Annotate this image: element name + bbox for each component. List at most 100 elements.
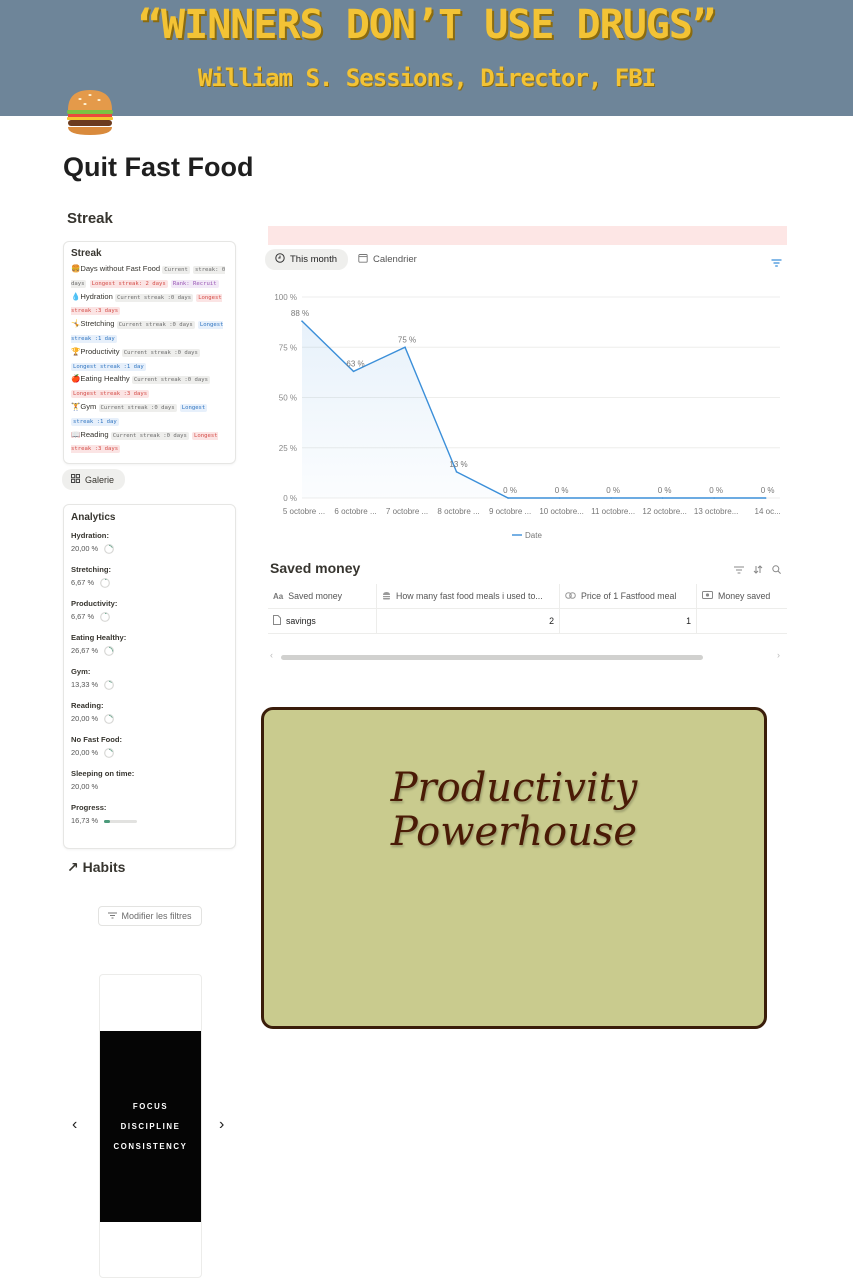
data-label: 75 % [398, 335, 416, 344]
cell-price[interactable]: 1 [560, 608, 697, 634]
analytics-value: 20,00 % [71, 544, 99, 553]
grid-icon [71, 474, 81, 485]
data-label: 0 % [658, 486, 672, 495]
edit-filters-button[interactable]: Modifier les filtres [98, 906, 202, 926]
x-tick-label: 6 octobre ... [334, 507, 376, 516]
data-point [455, 471, 458, 473]
cell-text: savings [286, 616, 316, 626]
page-icon [273, 615, 281, 627]
y-tick-label: 100 % [274, 293, 297, 302]
streak-section-title: Streak [67, 210, 113, 227]
analytics-label: Productivity: [71, 599, 118, 608]
analytics-value: 6,67 % [71, 578, 95, 587]
data-label: 0 % [761, 486, 775, 495]
banner-quote: “WINNERS DON’T USE DRUGS” [137, 2, 716, 48]
data-point [661, 497, 664, 499]
column-label: Price of 1 Fastfood meal [581, 591, 677, 601]
horizontal-scrollbar[interactable] [281, 655, 703, 660]
analytics-label: Reading: [71, 701, 104, 710]
scroll-left-icon[interactable]: ‹ [270, 650, 273, 660]
streak-tag: Longest streak: 2 days [89, 279, 168, 288]
cover-banner: “WINNERS DON’T USE DRUGS” William S. Ses… [0, 0, 853, 116]
streak-item: 🤸Stretching Current streak :0 days Longe… [71, 318, 228, 346]
streak-tag: Current streak :0 days [98, 403, 177, 412]
chevron-left-icon[interactable]: ‹ [72, 1116, 77, 1134]
table-row[interactable]: savings 2 1 [268, 608, 787, 634]
streak-tag: Rank: Recruit [170, 279, 219, 288]
analytics-value-row: 16,73 % [71, 813, 228, 829]
streak-name: Stretching [80, 319, 115, 329]
analytics-label: Gym: [71, 667, 91, 676]
cell-title[interactable]: savings [268, 608, 377, 634]
analytics-value-row: 6,67 % [71, 575, 228, 591]
habits-link[interactable]: ↗ Habits [67, 859, 125, 876]
cell-meals[interactable]: 2 [377, 608, 560, 634]
analytics-label: Stretching: [71, 565, 112, 574]
tab-calendrier-label: Calendrier [373, 254, 417, 265]
table-toolbar [734, 561, 781, 579]
analytics-value-row: 6,67 % [71, 609, 228, 625]
habits-title: Habits [82, 859, 126, 875]
column-header-saved-money[interactable]: Aa Saved money [268, 583, 377, 609]
habit-word-consistency: CONSISTENCY [113, 1142, 188, 1151]
data-label: 0 % [503, 486, 517, 495]
habit-gallery-card[interactable]: FOCUS DISCIPLINE CONSISTENCY [99, 974, 202, 1278]
data-label: 0 % [555, 486, 569, 495]
streak-tag: Longest streak :3 days [71, 390, 150, 399]
progress-ring-icon [104, 544, 115, 554]
search-icon[interactable] [772, 561, 781, 579]
chevron-right-icon[interactable]: › [219, 1116, 224, 1134]
scroll-right-icon[interactable]: › [777, 650, 780, 660]
streak-tag: Current streak :0 days [114, 293, 194, 302]
streak-tag: streak :1 day [71, 417, 119, 426]
x-tick-label: 11 octobre... [591, 507, 635, 516]
tab-calendrier[interactable]: Calendrier [358, 249, 417, 270]
data-label: 63 % [346, 359, 364, 368]
data-point [764, 497, 767, 499]
sort-icon[interactable] [753, 561, 763, 579]
habit-word-focus: FOCUS [132, 1102, 169, 1111]
edit-filters-label: Modifier les filtres [121, 911, 192, 921]
streak-name: Eating Healthy [80, 374, 130, 384]
data-point [404, 346, 406, 349]
arrow-up-right-icon: ↗ [67, 859, 79, 875]
burger-icon[interactable] [62, 84, 118, 140]
legend-label: Date [525, 531, 542, 540]
progress-chart: 100 % 75 % 50 % 25 % 0 % 88 % 5 octobre ... 63 … [274, 293, 781, 540]
analytics-label: Hydration: [71, 531, 109, 540]
calendar-icon [358, 253, 368, 266]
analytics-value: 13,33 % [71, 680, 99, 689]
column-header-money-saved[interactable]: Money saved [697, 584, 787, 609]
tab-this-month[interactable]: This month [265, 249, 348, 270]
data-point [507, 497, 509, 499]
callout-bar [268, 226, 787, 245]
x-tick-label: 5 octobre ... [283, 507, 325, 516]
analytics-value-row: 13,33 % [71, 677, 228, 693]
progress-bar [104, 819, 138, 823]
filter-icon[interactable] [771, 254, 782, 272]
x-tick-label: 14 oc... [755, 507, 781, 516]
analytics-card[interactable]: Analytics Hydration: 20,00 % Stretching: 6,… [63, 504, 236, 849]
streak-name: Days without Fast Food [80, 264, 161, 273]
streak-item: 🍎Eating Healthy Current streak :0 days L… [71, 373, 228, 401]
streak-item: 🍔Days without Fast Food Current streak: … [71, 263, 228, 291]
banner-attribution: William S. Sessions, Director, FBI [197, 64, 656, 92]
filter-lines-icon [108, 911, 118, 921]
cell-money-saved[interactable] [697, 609, 787, 634]
data-label: 0 % [606, 486, 620, 495]
y-tick-label: 75 % [279, 343, 297, 352]
streak-card[interactable]: Streak 🍔Days without Fast Food Current s… [63, 241, 236, 464]
table-header-row: Aa Saved money How many fast food meals … [268, 583, 787, 609]
streak-item: 🏋Gym Current streak :0 days Longest stre… [71, 401, 228, 429]
column-header-price[interactable]: Price of 1 Fastfood meal [560, 583, 697, 609]
streak-tag: Current [162, 266, 190, 274]
page-title: Quit Fast Food [63, 152, 254, 182]
x-tick-label: 10 octobre... [539, 507, 583, 516]
column-label: How many fast food meals i used to... [396, 591, 543, 601]
saved-money-table: Aa Saved money How many fast food meals … [268, 583, 787, 634]
streak-tag: Current streak :0 days [121, 348, 200, 357]
galerie-view-button[interactable]: Galerie [62, 469, 125, 490]
filter-icon[interactable] [734, 561, 744, 579]
text-icon: Aa [273, 591, 284, 601]
column-header-meals[interactable]: How many fast food meals i used to... [377, 583, 560, 609]
